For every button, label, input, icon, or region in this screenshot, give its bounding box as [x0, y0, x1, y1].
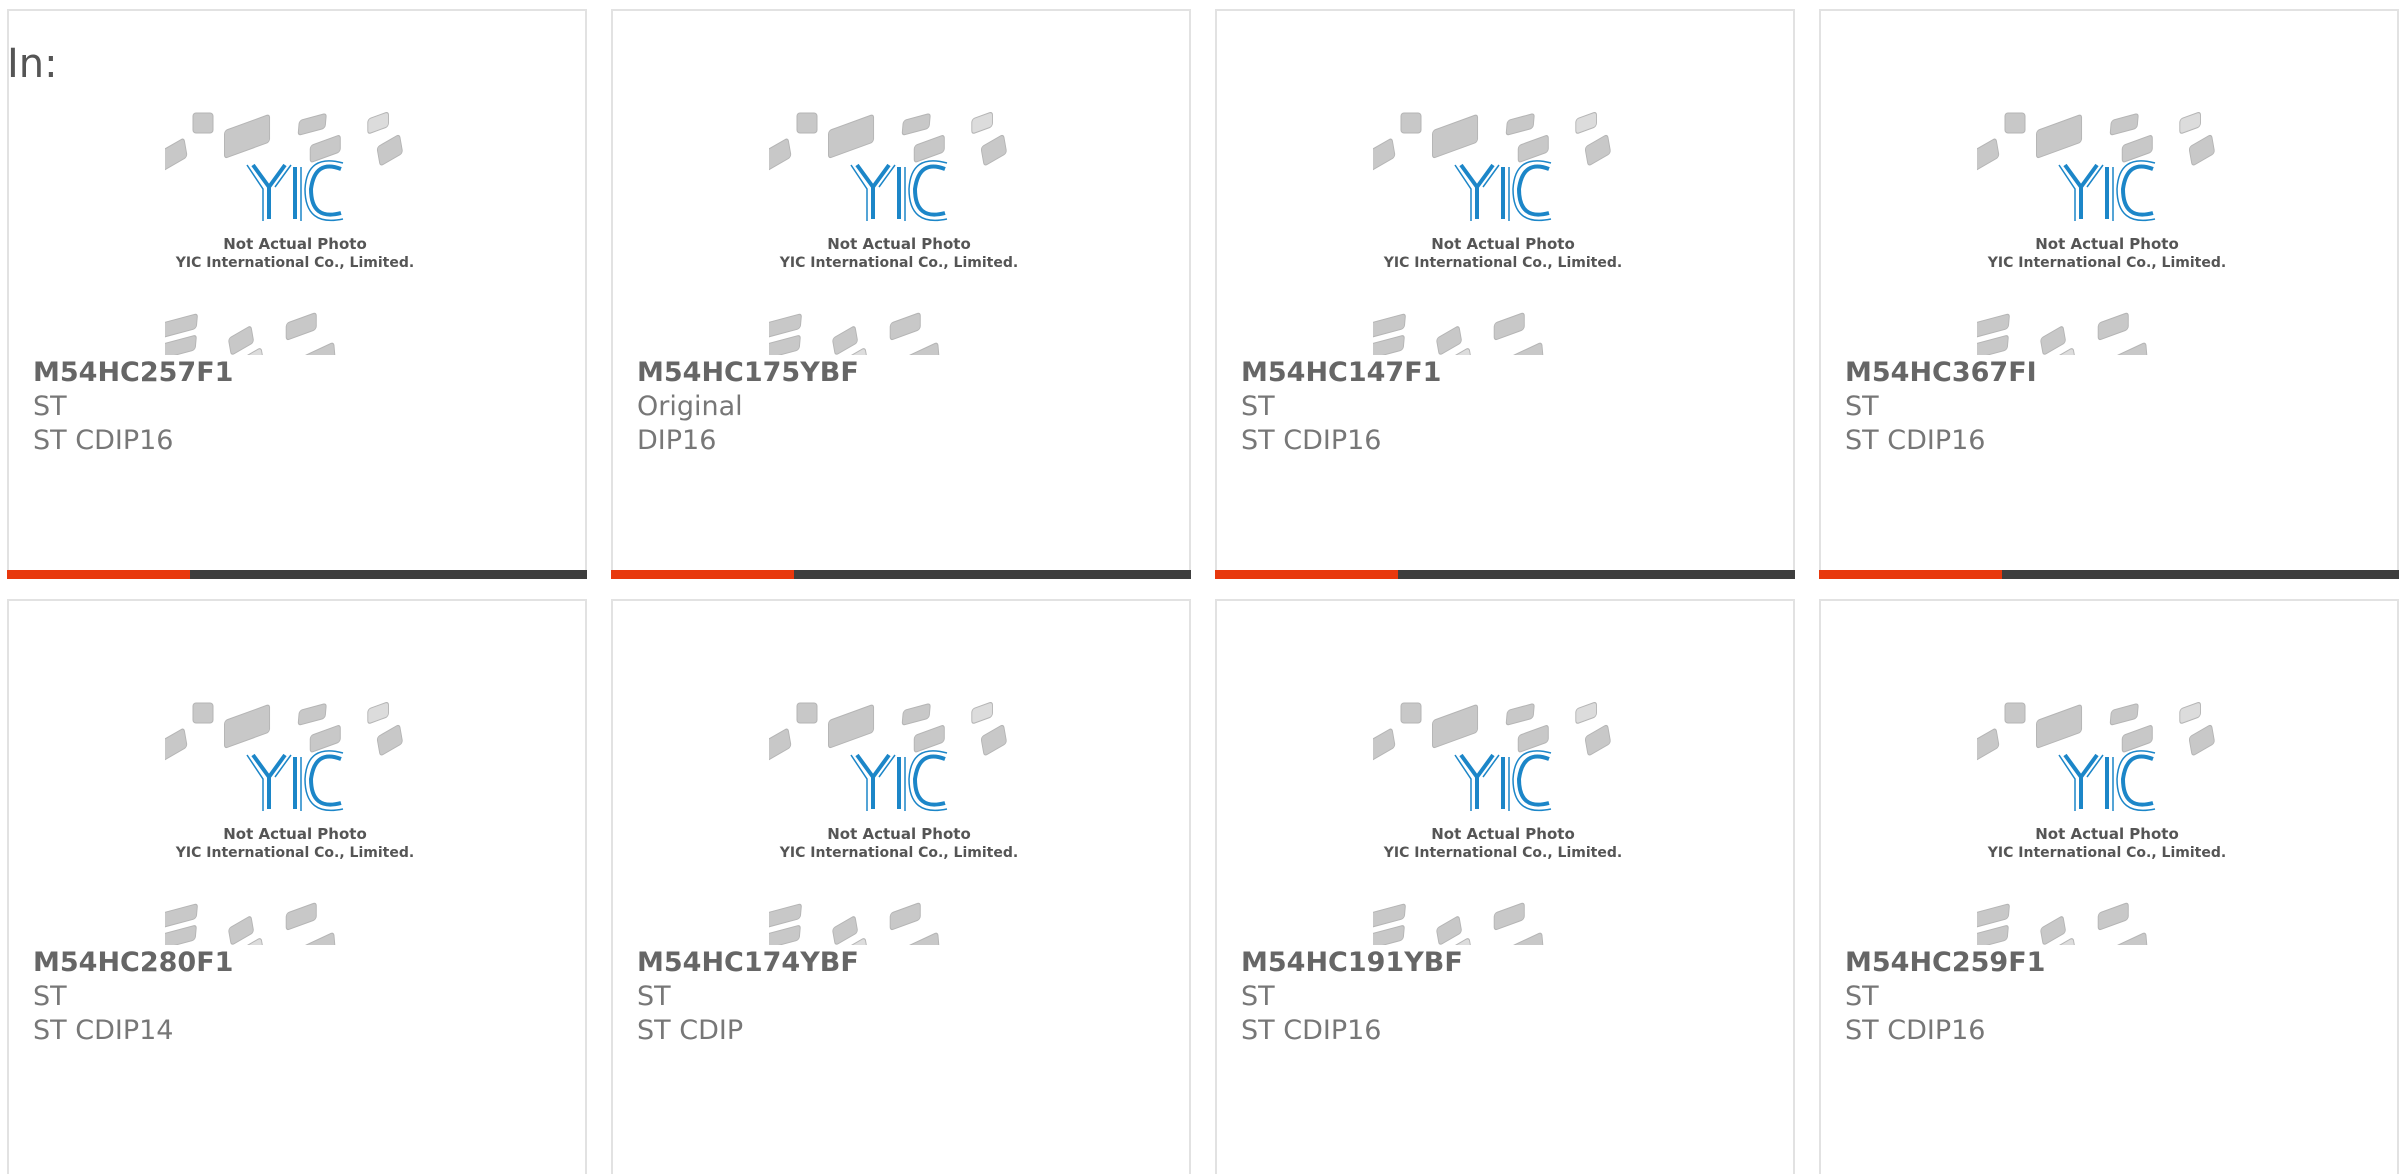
- yic-logo-icon: [2058, 160, 2156, 222]
- not-actual-photo-text: Not Actual Photo: [827, 825, 971, 843]
- yic-logo-icon: [2058, 750, 2156, 812]
- part-number-link[interactable]: M54HC147F1: [1241, 356, 1441, 390]
- package: ST CDIP16: [1241, 425, 1382, 456]
- not-actual-photo-text: Not Actual Photo: [223, 825, 367, 843]
- placeholder-image: Not Actual Photo YIC International Co., L…: [1373, 701, 1622, 945]
- product-image[interactable]: Not Actual Photo YIC International Co., L…: [165, 687, 425, 945]
- placeholder-image: Not Actual Photo YIC International Co., L…: [165, 701, 414, 945]
- product-image[interactable]: Not Actual Photo YIC International Co., L…: [769, 97, 1029, 355]
- product-image[interactable]: Not Actual Photo YIC International Co., L…: [1373, 687, 1633, 945]
- not-actual-photo-text: Not Actual Photo: [1431, 825, 1575, 843]
- yic-logo-icon: [246, 750, 344, 812]
- not-actual-photo-text: Not Actual Photo: [2035, 825, 2179, 843]
- product-card[interactable]: Not Actual Photo YIC International Co., L…: [7, 599, 587, 1174]
- manufacturer: Original: [637, 391, 743, 422]
- not-actual-photo-text: Not Actual Photo: [223, 235, 367, 253]
- part-number-link[interactable]: M54HC175YBF: [637, 356, 859, 390]
- not-actual-photo-text: Not Actual Photo: [1431, 235, 1575, 253]
- card-bottom-bar: [7, 570, 587, 579]
- yic-logo-icon: [1454, 750, 1552, 812]
- package: ST CDIP16: [1845, 1015, 1986, 1046]
- card-bottom-bar: [1819, 570, 2399, 579]
- product-info: M54HC367FI ST ST CDIP16: [1845, 356, 2037, 458]
- product-card[interactable]: Not Actual Photo YIC International Co., L…: [7, 9, 587, 579]
- placeholder-image: Not Actual Photo YIC International Co., L…: [1977, 111, 2226, 355]
- card-bottom-bar: [1215, 570, 1795, 579]
- part-number-link[interactable]: M54HC259F1: [1845, 946, 2045, 980]
- manufacturer: ST: [637, 981, 671, 1012]
- card-accent-bar: [1819, 570, 2002, 579]
- product-image[interactable]: Not Actual Photo YIC International Co., L…: [1373, 97, 1633, 355]
- placeholder-image: Not Actual Photo YIC International Co., L…: [1373, 111, 1622, 355]
- manufacturer: ST: [1845, 391, 1879, 422]
- yic-logo-icon: [246, 160, 344, 222]
- company-name-text: YIC International Co., Limited.: [175, 255, 414, 271]
- company-name-text: YIC International Co., Limited.: [1383, 845, 1622, 861]
- product-card[interactable]: Not Actual Photo YIC International Co., L…: [1819, 599, 2399, 1174]
- package: ST CDIP16: [1241, 1015, 1382, 1046]
- yic-logo-icon: [850, 160, 948, 222]
- page-label: In:: [7, 41, 58, 87]
- company-name-text: YIC International Co., Limited.: [1383, 255, 1622, 271]
- product-info: M54HC280F1 ST ST CDIP14: [33, 946, 233, 1048]
- package: ST CDIP16: [1845, 425, 1986, 456]
- product-image[interactable]: Not Actual Photo YIC International Co., L…: [769, 687, 1029, 945]
- product-card[interactable]: Not Actual Photo YIC International Co., L…: [1215, 599, 1795, 1174]
- product-card[interactable]: Not Actual Photo YIC International Co., L…: [611, 9, 1191, 579]
- manufacturer: ST: [33, 981, 67, 1012]
- product-card[interactable]: Not Actual Photo YIC International Co., L…: [1819, 9, 2399, 579]
- product-image[interactable]: Not Actual Photo YIC International Co., L…: [165, 97, 425, 355]
- company-name-text: YIC International Co., Limited.: [779, 845, 1018, 861]
- package: DIP16: [637, 425, 717, 456]
- placeholder-image: Not Actual Photo YIC International Co., L…: [769, 111, 1018, 355]
- product-card[interactable]: Not Actual Photo YIC International Co., L…: [611, 599, 1191, 1174]
- placeholder-image: Not Actual Photo YIC International Co., L…: [769, 701, 1018, 945]
- product-info: M54HC257F1 ST ST CDIP16: [33, 356, 233, 458]
- package: ST CDIP16: [33, 425, 174, 456]
- product-image[interactable]: Not Actual Photo YIC International Co., L…: [1977, 687, 2237, 945]
- part-number-link[interactable]: M54HC174YBF: [637, 946, 859, 980]
- part-number-link[interactable]: M54HC257F1: [33, 356, 233, 390]
- package: ST CDIP14: [33, 1015, 174, 1046]
- part-number-link[interactable]: M54HC280F1: [33, 946, 233, 980]
- not-actual-photo-text: Not Actual Photo: [2035, 235, 2179, 253]
- package: ST CDIP: [637, 1015, 744, 1046]
- product-info: M54HC175YBF Original DIP16: [637, 356, 859, 458]
- yic-logo-icon: [850, 750, 948, 812]
- company-name-text: YIC International Co., Limited.: [779, 255, 1018, 271]
- part-number-link[interactable]: M54HC367FI: [1845, 356, 2037, 390]
- yic-logo-icon: [1454, 160, 1552, 222]
- product-card[interactable]: Not Actual Photo YIC International Co., L…: [1215, 9, 1795, 579]
- card-accent-bar: [1215, 570, 1398, 579]
- product-image[interactable]: Not Actual Photo YIC International Co., L…: [1977, 97, 2237, 355]
- product-info: M54HC259F1 ST ST CDIP16: [1845, 946, 2045, 1048]
- product-info: M54HC174YBF ST ST CDIP: [637, 946, 859, 1048]
- manufacturer: ST: [1845, 981, 1879, 1012]
- manufacturer: ST: [33, 391, 67, 422]
- manufacturer: ST: [1241, 981, 1275, 1012]
- product-info: M54HC191YBF ST ST CDIP16: [1241, 946, 1463, 1048]
- part-number-link[interactable]: M54HC191YBF: [1241, 946, 1463, 980]
- not-actual-photo-text: Not Actual Photo: [827, 235, 971, 253]
- product-info: M54HC147F1 ST ST CDIP16: [1241, 356, 1441, 458]
- company-name-text: YIC International Co., Limited.: [1987, 255, 2226, 271]
- company-name-text: YIC International Co., Limited.: [175, 845, 414, 861]
- card-bottom-bar: [611, 570, 1191, 579]
- manufacturer: ST: [1241, 391, 1275, 422]
- card-accent-bar: [611, 570, 794, 579]
- card-accent-bar: [7, 570, 190, 579]
- placeholder-image: Not Actual Photo YIC International Co., L…: [165, 111, 414, 355]
- company-name-text: YIC International Co., Limited.: [1987, 845, 2226, 861]
- placeholder-image: Not Actual Photo YIC International Co., L…: [1977, 701, 2226, 945]
